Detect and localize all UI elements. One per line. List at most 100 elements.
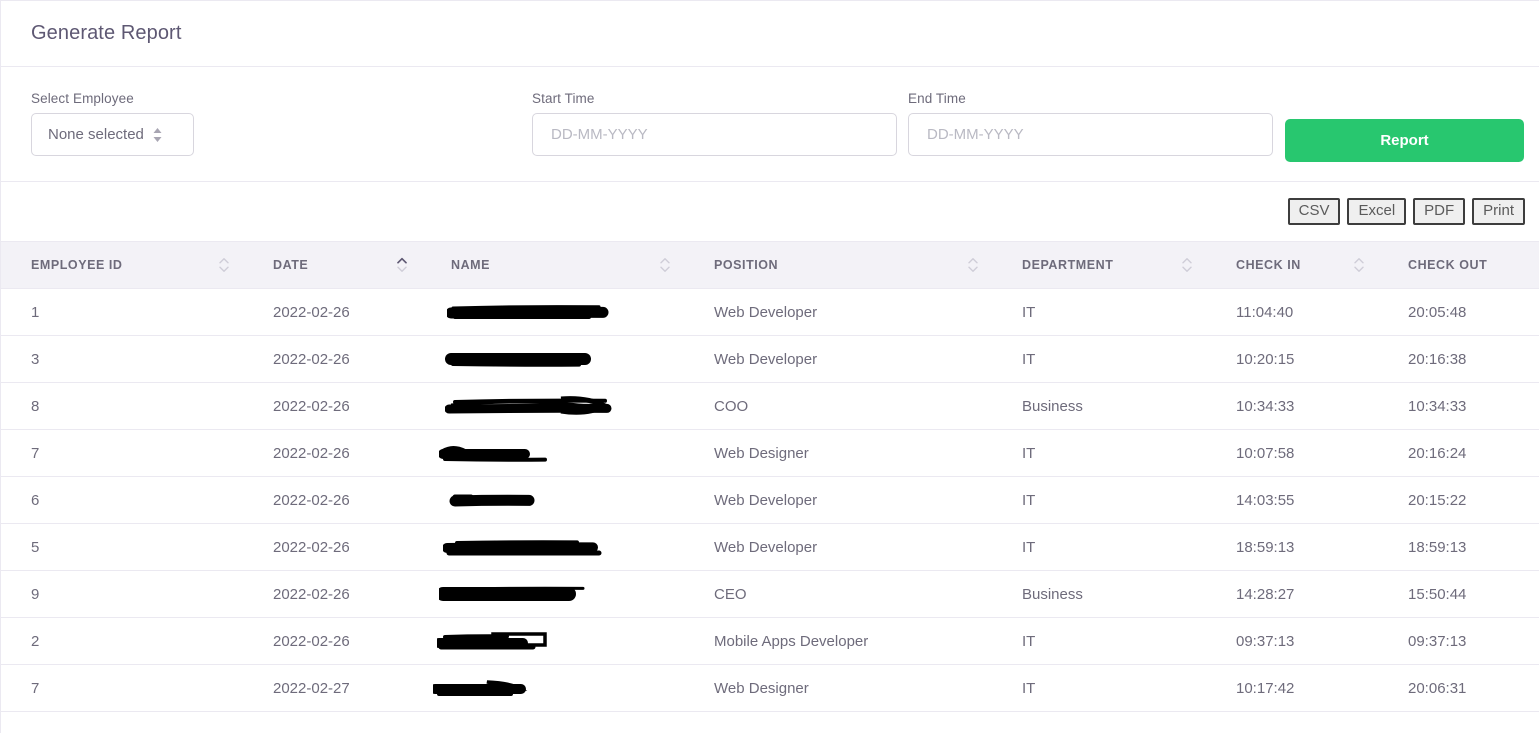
cell-position: COO	[684, 382, 992, 430]
cell-name	[421, 523, 684, 571]
card-header: Generate Report	[1, 1, 1539, 67]
cell-position: Web Developer	[684, 288, 992, 336]
cell-name	[421, 335, 684, 383]
table-header: EMPLOYEE ID DATE NAME POSITION DEPARTMEN…	[1, 241, 1539, 289]
employee-select[interactable]: None selected	[31, 113, 194, 156]
cell-employee-id: 1	[1, 288, 243, 336]
cell-check-in: 10:07:58	[1206, 429, 1378, 477]
sort-icon[interactable]	[397, 257, 407, 273]
cell-check-in: 14:03:55	[1206, 476, 1378, 524]
cell-date: 2022-02-26	[243, 523, 421, 571]
column-header-check-in[interactable]: CHECK IN	[1206, 241, 1378, 289]
cell-date: 2022-02-26	[243, 570, 421, 618]
cell-name	[421, 382, 684, 430]
table-row[interactable]: 3 2022-02-26 Web Developer IT 10:20:15 20:16:…	[1, 335, 1539, 383]
cell-department: IT	[992, 335, 1206, 383]
start-time-input[interactable]	[532, 113, 897, 156]
table-row[interactable]: 5 2022-02-26 Web Developer IT 18:59:13 18:59:…	[1, 523, 1539, 571]
column-header-label: DEPARTMENT	[1022, 258, 1114, 272]
cell-department: IT	[992, 664, 1206, 712]
cell-check-out: 20:16:38	[1378, 335, 1539, 383]
table-row[interactable]: 6 2022-02-26 Web Developer IT 14:03:55 20:15:…	[1, 476, 1539, 524]
cell-check-out: 20:06:31	[1378, 664, 1539, 712]
sort-icon[interactable]	[1182, 258, 1192, 273]
cell-name	[421, 288, 684, 336]
export-pdf-button[interactable]: PDF	[1413, 197, 1466, 226]
column-header-name[interactable]: NAME	[421, 241, 684, 289]
generate-report-card: Generate Report Select Employee None sel…	[0, 0, 1539, 733]
redacted-name-mark	[445, 353, 591, 367]
report-button[interactable]: Report	[1285, 119, 1524, 162]
column-header-label: POSITION	[714, 258, 779, 272]
cell-name	[421, 617, 684, 665]
cell-department: IT	[992, 429, 1206, 477]
column-header-department[interactable]: DEPARTMENT	[992, 241, 1206, 289]
table-row[interactable]: 7 2022-02-26 Web Designer IT 10:07:58 20:16:2…	[1, 429, 1539, 477]
column-header-label: NAME	[451, 258, 491, 272]
table-row[interactable]: 9 2022-02-26 CEO Business 14:28:27 15:50:44	[1, 570, 1539, 618]
cell-check-out: 20:16:24	[1378, 429, 1539, 477]
cell-check-out: 20:15:22	[1378, 476, 1539, 524]
column-header-label: EMPLOYEE ID	[31, 258, 123, 272]
export-csv-button[interactable]: CSV	[1287, 197, 1341, 226]
table-row[interactable]: 2 2022-02-26 Mobile Apps Developer IT 09:37:…	[1, 617, 1539, 665]
column-header-label: CHECK OUT	[1408, 258, 1488, 272]
cell-date: 2022-02-26	[243, 476, 421, 524]
table-row[interactable]: 8 2022-02-26 COO Business 10:34:33 10:34:33	[1, 382, 1539, 430]
sort-icon[interactable]	[219, 258, 229, 273]
cell-check-out: 18:59:13	[1378, 523, 1539, 571]
redacted-name-mark	[443, 540, 602, 556]
cell-check-out: 20:05:48	[1378, 288, 1539, 336]
cell-date: 2022-02-26	[243, 429, 421, 477]
cell-check-in: 10:17:42	[1206, 664, 1378, 712]
start-time-label: Start Time	[532, 91, 595, 106]
table-row[interactable]: 7 2022-02-27 Web Designer IT 10:17:42 20:06:3…	[1, 664, 1539, 712]
end-time-input[interactable]	[908, 113, 1273, 156]
cell-position: Mobile Apps Developer	[684, 617, 992, 665]
column-header-check-out[interactable]: CHECK OUT	[1378, 241, 1539, 289]
print-button[interactable]: Print	[1472, 197, 1525, 226]
cell-name	[421, 476, 684, 524]
cell-check-in: 10:20:15	[1206, 335, 1378, 383]
sort-icon[interactable]	[660, 258, 670, 273]
cell-department: IT	[992, 617, 1206, 665]
cell-date: 2022-02-26	[243, 335, 421, 383]
column-header-label: CHECK IN	[1236, 258, 1301, 272]
cell-name	[421, 664, 684, 712]
cell-employee-id: 7	[1, 664, 243, 712]
cell-check-out: 10:34:33	[1378, 382, 1539, 430]
column-header-position[interactable]: POSITION	[684, 241, 992, 289]
column-header-date[interactable]: DATE	[243, 241, 421, 289]
cell-check-out: 15:50:44	[1378, 570, 1539, 618]
page-title: Generate Report	[31, 22, 182, 44]
table-row[interactable]: 1 2022-02-26 Web Developer IT 11:04:40 20:05:…	[1, 288, 1539, 336]
cell-date: 2022-02-26	[243, 617, 421, 665]
cell-employee-id: 7	[1, 429, 243, 477]
cell-position: Web Designer	[684, 664, 992, 712]
sort-icon[interactable]	[968, 258, 978, 273]
cell-check-out: 09:37:13	[1378, 617, 1539, 665]
redacted-name-mark	[439, 586, 585, 601]
start-time-filter-group: Start Time	[532, 91, 897, 156]
attendance-table: EMPLOYEE ID DATE NAME POSITION DEPARTMEN…	[1, 241, 1539, 712]
employee-label: Select Employee	[31, 91, 134, 106]
cell-department: Business	[992, 570, 1206, 618]
cell-date: 2022-02-27	[243, 664, 421, 712]
export-excel-button[interactable]: Excel	[1347, 197, 1407, 226]
sort-icon[interactable]	[1354, 258, 1364, 273]
employee-select-value: None selected	[48, 126, 144, 143]
cell-position: CEO	[684, 570, 992, 618]
column-header-employee-id[interactable]: EMPLOYEE ID	[1, 241, 243, 289]
cell-check-in: 11:04:40	[1206, 288, 1378, 336]
end-time-filter-group: End Time	[908, 91, 1273, 156]
cell-check-in: 10:34:33	[1206, 382, 1378, 430]
chevron-updown-icon	[153, 127, 162, 142]
cell-check-in: 18:59:13	[1206, 523, 1378, 571]
cell-position: Web Developer	[684, 335, 992, 383]
filter-toolbar: Select Employee None selected Start Time…	[1, 67, 1539, 182]
employee-filter-group: Select Employee None selected	[31, 91, 194, 156]
export-button-group: CSV Excel PDF Print	[1, 182, 1539, 241]
cell-check-in: 14:28:27	[1206, 570, 1378, 618]
cell-employee-id: 2	[1, 617, 243, 665]
cell-date: 2022-02-26	[243, 382, 421, 430]
